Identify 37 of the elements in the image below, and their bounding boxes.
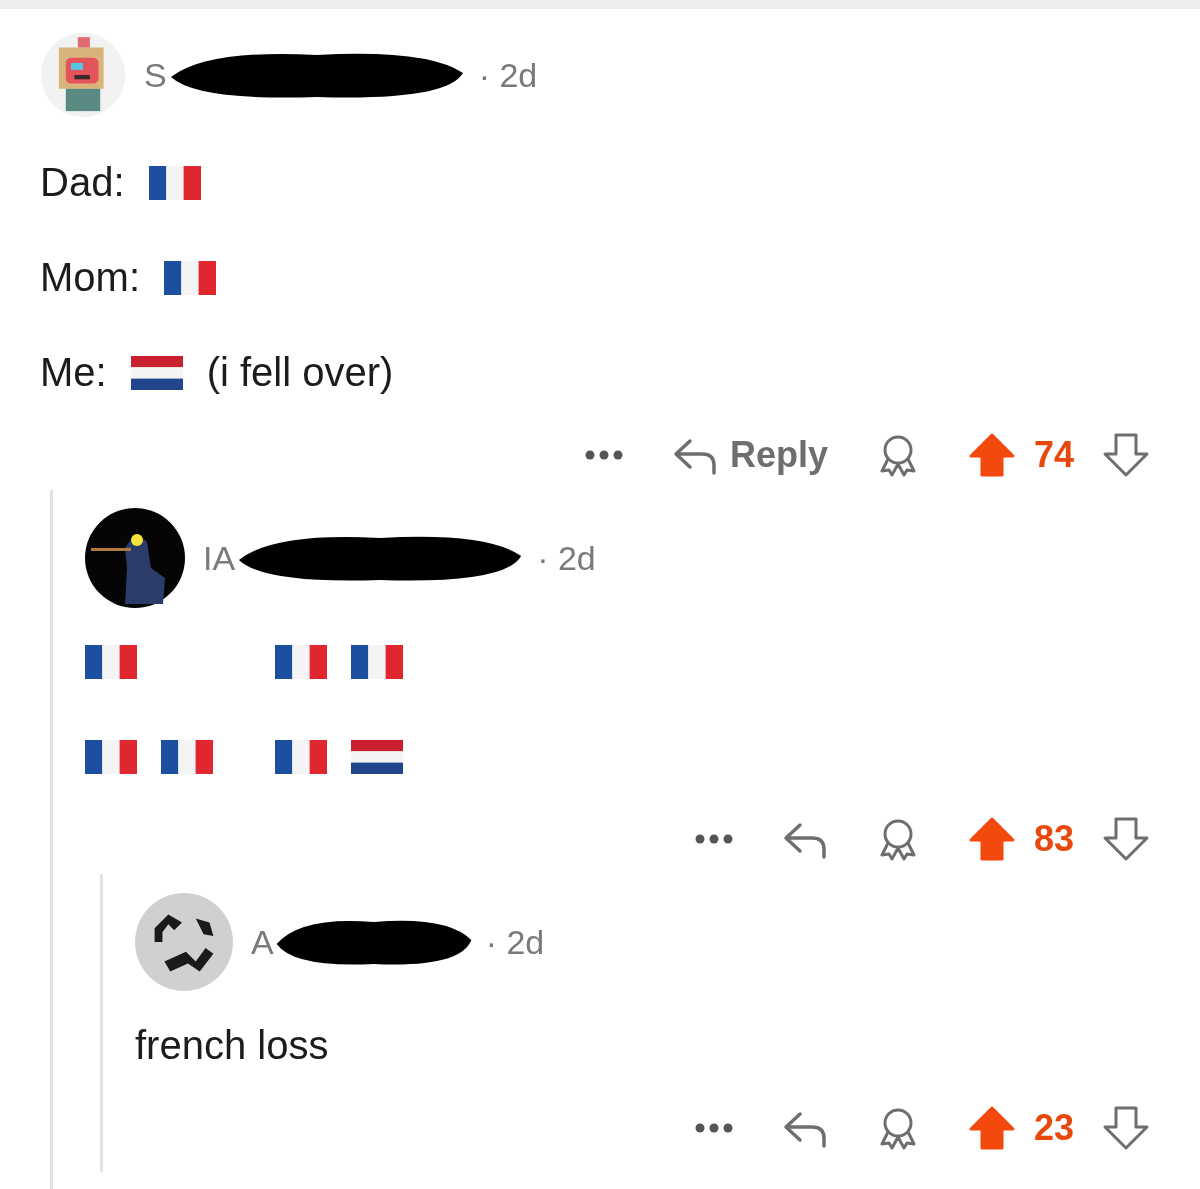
flag-icon: [161, 737, 213, 776]
vote-score: 23: [1033, 1107, 1074, 1149]
downvote-button[interactable]: [1102, 816, 1150, 862]
upvote-button[interactable]: [967, 816, 1016, 862]
flag-icon: [85, 642, 137, 681]
flag-icon: [164, 258, 216, 297]
flag-icon: [275, 737, 327, 776]
more-button[interactable]: [583, 449, 624, 461]
vote-score: 74: [1033, 434, 1074, 476]
username[interactable]: A: [251, 922, 274, 962]
avatar-icon: [40, 32, 126, 118]
comment-text: Me:: [40, 350, 107, 395]
more-button[interactable]: [693, 833, 734, 845]
comment-text: Mom:: [40, 255, 140, 300]
upvote-button[interactable]: [967, 432, 1016, 478]
avatar-icon: [85, 508, 185, 608]
comment-text: Dad:: [40, 160, 125, 205]
comment-text: french loss: [135, 1023, 329, 1068]
upvote-button[interactable]: [967, 1105, 1016, 1151]
comment-time: · 2d: [478, 55, 538, 95]
avatar-icon: [135, 893, 233, 991]
username[interactable]: S: [144, 55, 167, 95]
flag-icon: [130, 353, 183, 392]
downvote-button[interactable]: [1102, 432, 1150, 478]
comment-text: (i fell over): [206, 350, 394, 395]
comment-time: · 2d: [537, 538, 596, 578]
flag-icon: [148, 163, 201, 202]
flag-icon: [351, 737, 403, 776]
flag-icon: [85, 737, 137, 776]
comment-time: · 2d: [485, 922, 545, 962]
downvote-button[interactable]: [1102, 1105, 1150, 1151]
flag-icon: [275, 642, 327, 681]
more-button[interactable]: [693, 1122, 734, 1134]
username[interactable]: IA: [203, 538, 236, 578]
reply-button[interactable]: Reply: [671, 434, 828, 476]
vote-score: 83: [1033, 818, 1074, 860]
flag-icon: [351, 642, 403, 681]
